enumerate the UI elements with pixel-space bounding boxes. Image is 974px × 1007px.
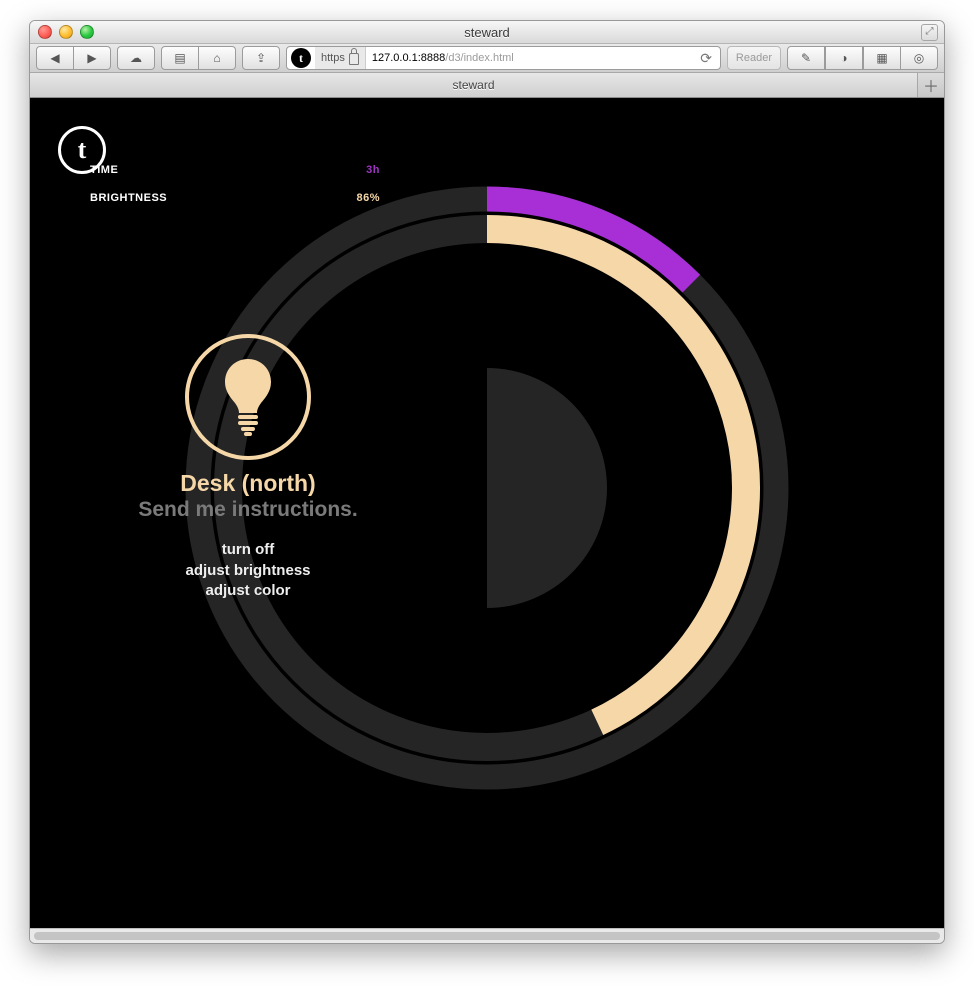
device-panel: Desk (north) Send me instructions. turn … [128,334,368,601]
device-name: Desk (north) [128,470,368,496]
browser-window: steward ⤢ ◀ ▶ ☁ ▤ ⌂ ⇪ t https 127.0.0.1:… [29,20,945,944]
window-titlebar: steward ⤢ [30,21,944,44]
ring-labels: TIME 3h BRIGHTNESS 86% [90,156,380,212]
browser-toolbar: ◀ ▶ ☁ ▤ ⌂ ⇪ t https 127.0.0.1:8888 /d3/i… [30,44,944,73]
back-button[interactable]: ◀ [36,46,74,70]
window-title: steward [30,25,944,40]
time-value: 3h [358,164,380,176]
home-button[interactable]: ⌂ [199,46,236,70]
inspector-3-button[interactable]: ◎ [901,46,938,70]
new-tab-button[interactable]: ＋ [918,73,944,97]
time-label: TIME [90,164,118,176]
icloud-tabs-button[interactable]: ☁ [117,46,155,70]
brightness-label: BRIGHTNESS [90,192,167,204]
device-subtitle: Send me instructions. [128,498,368,522]
scrollbar-thumb[interactable] [34,932,940,940]
share-button[interactable]: ⇪ [242,46,280,70]
forward-button[interactable]: ▶ [74,46,111,70]
cmd-adjust-color[interactable]: adjust color [128,581,368,601]
inspector-2-button[interactable]: ▦ [863,46,901,70]
fullscreen-button[interactable]: ⤢ [921,24,938,41]
device-commands: turn off adjust brightness adjust color [128,540,368,601]
scheme-text: https [321,52,345,64]
page-content: t TIME 3h BRIGHTNESS 86% [30,98,944,928]
lock-icon [349,53,359,65]
autofill-button[interactable]: ✎ [787,46,825,70]
url-host: 127.0.0.1:8888 [366,52,445,64]
site-favicon-icon: t [291,48,311,68]
inspector-1-button[interactable]: ◑ [825,46,863,70]
lightbulb-icon [218,357,278,437]
device-icon-ring [185,334,311,460]
address-bar[interactable]: t https 127.0.0.1:8888 /d3/index.html ⟳ [286,46,721,70]
cmd-turn-off[interactable]: turn off [128,540,368,560]
url-path: /d3/index.html [445,52,513,64]
browser-tab[interactable]: steward [30,73,918,97]
horizontal-scrollbar[interactable] [30,928,944,943]
brightness-value: 86% [348,192,380,204]
reader-button[interactable]: Reader [727,46,781,70]
bookmarks-button[interactable]: ▤ [161,46,199,70]
reload-button[interactable]: ⟳ [692,50,720,67]
url-scheme: https [315,47,366,69]
cmd-adjust-brightness[interactable]: adjust brightness [128,561,368,581]
tab-bar: steward ＋ [30,73,944,98]
